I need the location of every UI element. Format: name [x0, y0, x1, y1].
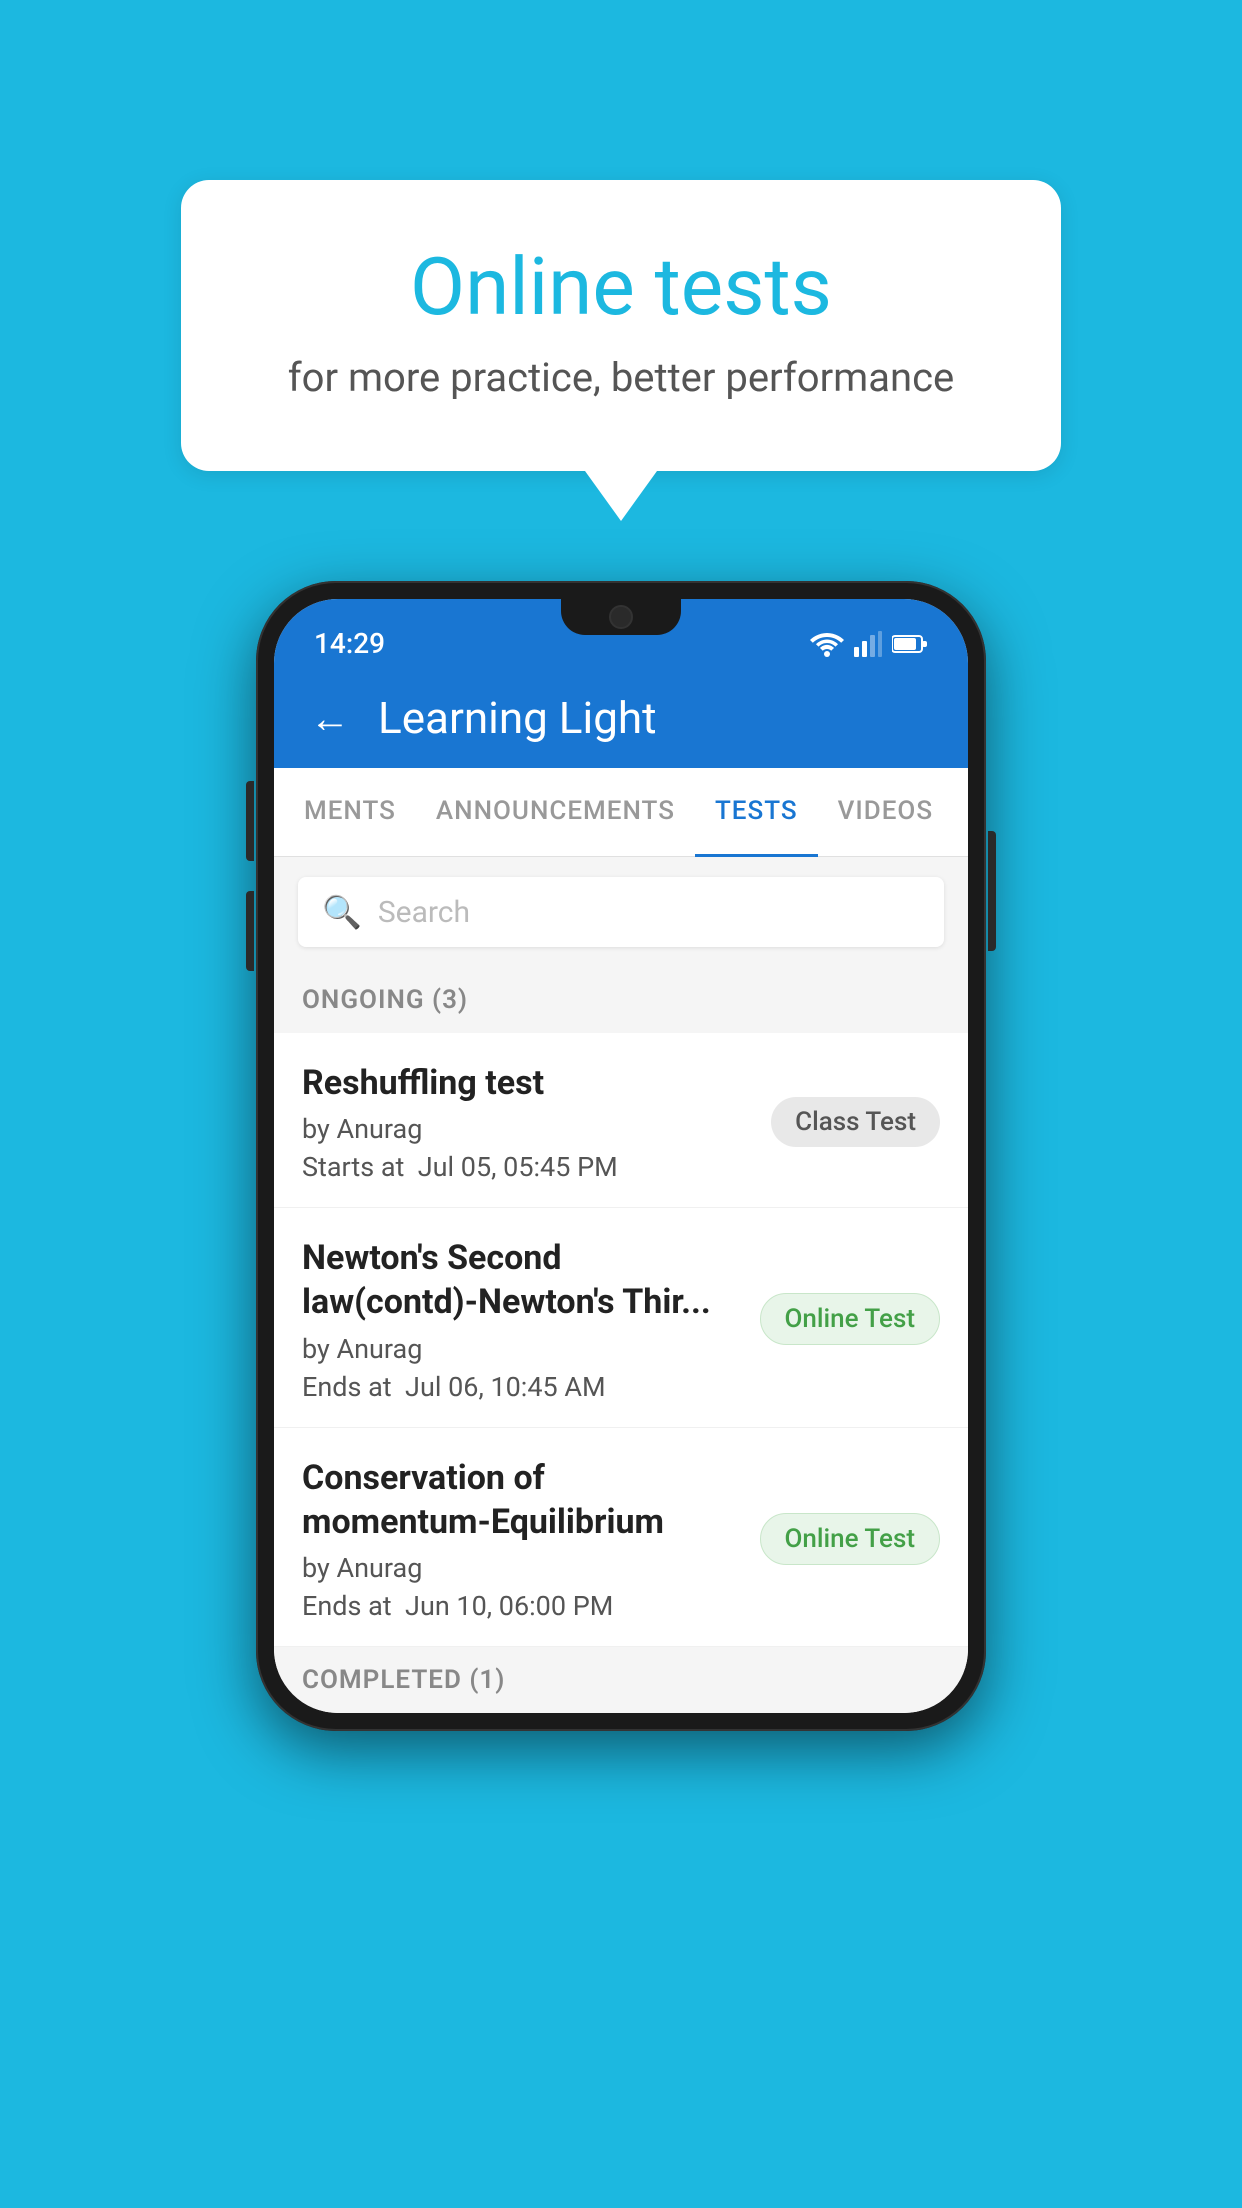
- search-container: 🔍 Search: [274, 857, 968, 967]
- test-time-2: Ends at Jul 06, 10:45 AM: [302, 1371, 740, 1403]
- test-author-1: by Anurag: [302, 1113, 751, 1145]
- speech-bubble: Online tests for more practice, better p…: [181, 180, 1061, 471]
- back-button[interactable]: ←: [310, 695, 350, 742]
- test-list: Reshuffling test by Anurag Starts at Jul…: [274, 1033, 968, 1647]
- phone-screen: 14:29: [274, 599, 968, 1713]
- phone-camera: [609, 605, 633, 629]
- test-info-1: Reshuffling test by Anurag Starts at Jul…: [302, 1061, 771, 1183]
- test-time-3: Ends at Jun 10, 06:00 PM: [302, 1590, 740, 1622]
- speech-bubble-subtitle: for more practice, better performance: [261, 354, 981, 401]
- status-time: 14:29: [314, 627, 385, 660]
- test-badge-1: Class Test: [771, 1097, 940, 1147]
- search-input[interactable]: Search: [378, 895, 470, 930]
- tab-tests[interactable]: TESTS: [695, 768, 818, 857]
- phone-notch: [561, 599, 681, 635]
- test-badge-2: Online Test: [760, 1293, 941, 1345]
- test-item[interactable]: Reshuffling test by Anurag Starts at Jul…: [274, 1033, 968, 1208]
- phone-button-vol-down: [246, 891, 254, 971]
- test-item[interactable]: Newton's Second law(contd)-Newton's Thir…: [274, 1208, 968, 1427]
- phone-button-power: [988, 831, 996, 951]
- test-author-3: by Anurag: [302, 1552, 740, 1584]
- app-header: ← Learning Light: [274, 672, 968, 768]
- speech-bubble-wrapper: Online tests for more practice, better p…: [181, 180, 1061, 521]
- test-name-1: Reshuffling test: [302, 1061, 751, 1105]
- phone-wrapper: 14:29: [256, 581, 986, 1731]
- test-author-2: by Anurag: [302, 1333, 740, 1365]
- phone-button-vol-up: [246, 781, 254, 861]
- search-icon: 🔍: [322, 893, 362, 931]
- test-badge-3: Online Test: [760, 1513, 941, 1565]
- tab-announcements[interactable]: ANNOUNCEMENTS: [416, 768, 695, 857]
- status-icons: [810, 631, 928, 657]
- test-name-2: Newton's Second law(contd)-Newton's Thir…: [302, 1236, 740, 1324]
- ongoing-section-header: ONGOING (3): [274, 967, 968, 1033]
- phone-outer: 14:29: [256, 581, 986, 1731]
- speech-bubble-title: Online tests: [261, 240, 981, 334]
- test-info-2: Newton's Second law(contd)-Newton's Thir…: [302, 1236, 760, 1402]
- tab-videos[interactable]: VIDEOS: [818, 768, 953, 857]
- app-title: Learning Light: [378, 692, 657, 744]
- speech-bubble-arrow: [585, 471, 657, 521]
- signal-icon: [854, 631, 882, 657]
- test-time-1: Starts at Jul 05, 05:45 PM: [302, 1151, 751, 1183]
- wifi-icon: [810, 631, 844, 657]
- search-input-wrapper[interactable]: 🔍 Search: [298, 877, 944, 947]
- tab-ments[interactable]: MENTS: [284, 768, 416, 857]
- test-name-3: Conservation of momentum-Equilibrium: [302, 1456, 740, 1544]
- tabs-container: MENTS ANNOUNCEMENTS TESTS VIDEOS: [274, 768, 968, 857]
- completed-section-header: COMPLETED (1): [274, 1647, 968, 1713]
- test-info-3: Conservation of momentum-Equilibrium by …: [302, 1456, 760, 1622]
- battery-icon: [892, 634, 928, 654]
- test-item[interactable]: Conservation of momentum-Equilibrium by …: [274, 1428, 968, 1647]
